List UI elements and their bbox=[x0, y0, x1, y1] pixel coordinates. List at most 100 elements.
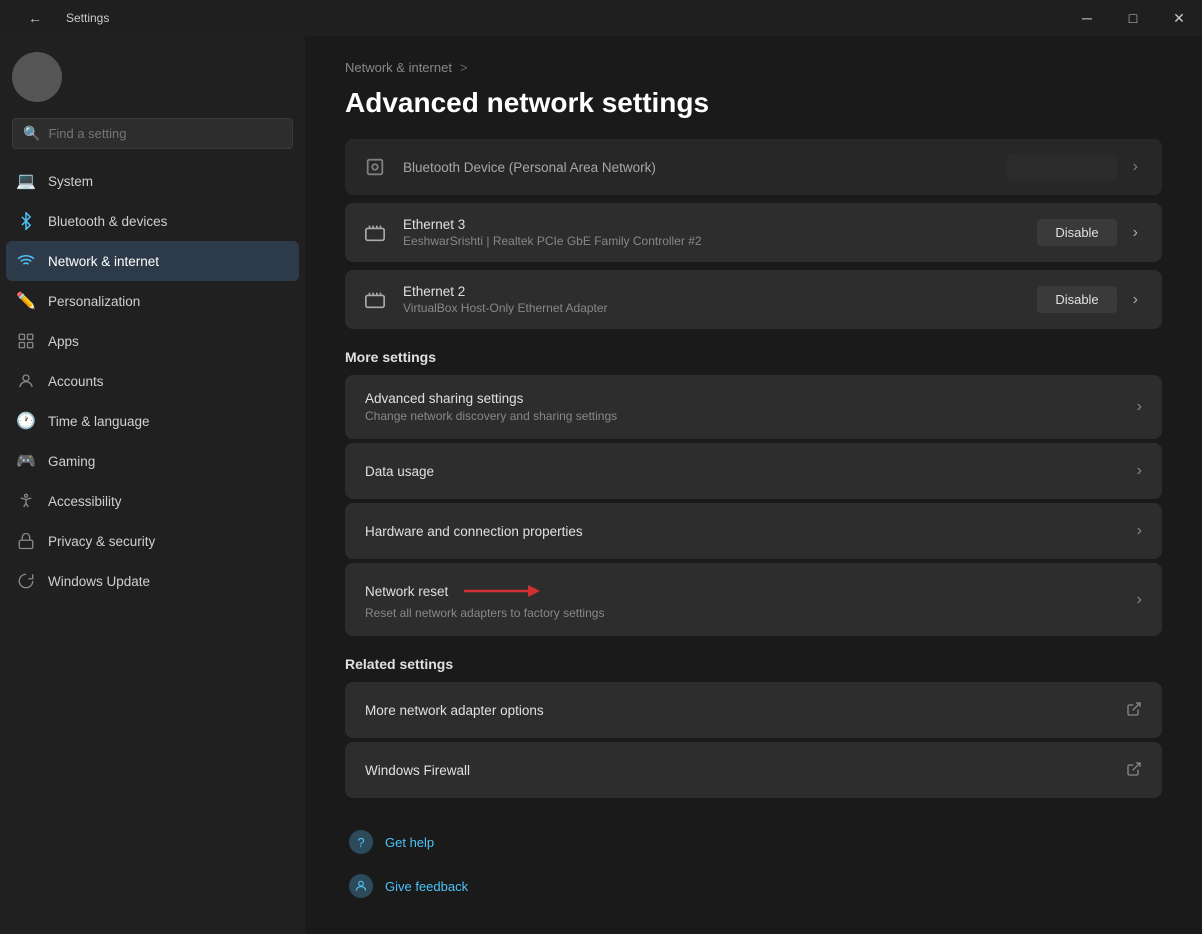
ethernet2-actions: Disable › bbox=[1037, 286, 1146, 313]
ethernet3-info: Ethernet 3 EeshwarSrishti | Realtek PCIe… bbox=[403, 217, 1023, 248]
page-title: Advanced network settings bbox=[345, 87, 1162, 119]
sidebar-label-network: Network & internet bbox=[48, 254, 159, 269]
bluetooth-device-name: Bluetooth Device (Personal Area Network) bbox=[403, 160, 993, 175]
network-reset-desc: Reset all network adapters to factory se… bbox=[365, 606, 1137, 620]
get-help-link[interactable]: ? Get help bbox=[345, 822, 1162, 862]
hardware-connection-content: Hardware and connection properties bbox=[365, 524, 1137, 539]
titlebar-title: Settings bbox=[66, 11, 109, 25]
search-icon: 🔍 bbox=[23, 125, 40, 142]
back-button[interactable]: ← bbox=[12, 0, 58, 36]
breadcrumb-separator: > bbox=[460, 60, 468, 75]
network-reset-title: Network reset bbox=[365, 584, 448, 599]
ethernet2-name: Ethernet 2 bbox=[403, 284, 1023, 299]
network-reset-content: Network reset Reset all network adapters… bbox=[365, 579, 1137, 620]
data-usage-row[interactable]: Data usage › bbox=[345, 443, 1162, 499]
hardware-connection-title: Hardware and connection properties bbox=[365, 524, 1137, 539]
more-adapter-title: More network adapter options bbox=[365, 703, 1126, 718]
maximize-button[interactable]: □ bbox=[1110, 0, 1156, 36]
ethernet3-name: Ethernet 3 bbox=[403, 217, 1023, 232]
close-button[interactable]: ✕ bbox=[1156, 0, 1202, 36]
sidebar-item-apps[interactable]: Apps bbox=[6, 321, 299, 361]
advanced-sharing-desc: Change network discovery and sharing set… bbox=[365, 409, 1137, 423]
sidebar-item-network[interactable]: Network & internet bbox=[6, 241, 299, 281]
sidebar-label-time: Time & language bbox=[48, 414, 150, 429]
windows-firewall-external-icon bbox=[1126, 761, 1142, 780]
bluetooth-device-icon bbox=[361, 153, 389, 181]
sidebar-profile bbox=[0, 36, 305, 114]
ethernet3-desc: EeshwarSrishti | Realtek PCIe GbE Family… bbox=[403, 234, 1023, 248]
data-usage-chevron: › bbox=[1137, 462, 1142, 480]
ethernet3-icon bbox=[361, 219, 389, 247]
bluetooth-device-expand[interactable]: › bbox=[1125, 154, 1146, 180]
sidebar-item-system[interactable]: 💻 System bbox=[6, 161, 299, 201]
sidebar-label-system: System bbox=[48, 174, 93, 189]
sidebar-item-bluetooth[interactable]: Bluetooth & devices bbox=[6, 201, 299, 241]
sidebar-item-time[interactable]: 🕐 Time & language bbox=[6, 401, 299, 441]
ethernet2-disable-button[interactable]: Disable bbox=[1037, 286, 1116, 313]
give-feedback-link[interactable]: Give feedback bbox=[345, 866, 1162, 906]
search-input[interactable] bbox=[48, 126, 282, 141]
sidebar-label-personalization: Personalization bbox=[48, 294, 140, 309]
sidebar-label-accessibility: Accessibility bbox=[48, 494, 122, 509]
network-icon bbox=[16, 251, 36, 271]
sidebar-label-accounts: Accounts bbox=[48, 374, 104, 389]
breadcrumb: Network & internet > bbox=[345, 36, 1162, 87]
windows-firewall-content: Windows Firewall bbox=[365, 763, 1126, 778]
bluetooth-device-card[interactable]: Bluetooth Device (Personal Area Network)… bbox=[345, 139, 1162, 195]
ethernet2-icon bbox=[361, 286, 389, 314]
ethernet2-desc: VirtualBox Host-Only Ethernet Adapter bbox=[403, 301, 1023, 315]
accounts-icon bbox=[16, 371, 36, 391]
network-reset-row[interactable]: Network reset Reset all network adapters… bbox=[345, 563, 1162, 636]
get-help-label: Get help bbox=[385, 835, 434, 850]
more-adapter-content: More network adapter options bbox=[365, 703, 1126, 718]
sidebar-item-accounts[interactable]: Accounts bbox=[6, 361, 299, 401]
advanced-sharing-row[interactable]: Advanced sharing settings Change network… bbox=[345, 375, 1162, 439]
sidebar-item-accessibility[interactable]: Accessibility bbox=[6, 481, 299, 521]
breadcrumb-parent[interactable]: Network & internet bbox=[345, 60, 452, 75]
hardware-connection-row[interactable]: Hardware and connection properties › bbox=[345, 503, 1162, 559]
network-reset-chevron: › bbox=[1137, 591, 1142, 609]
sidebar-nav: 💻 System Bluetooth & devices bbox=[0, 157, 305, 605]
ethernet2-card[interactable]: Ethernet 2 VirtualBox Host-Only Ethernet… bbox=[345, 270, 1162, 329]
sidebar-item-update[interactable]: Windows Update bbox=[6, 561, 299, 601]
bottom-links: ? Get help Give feedback bbox=[345, 822, 1162, 906]
sidebar-label-update: Windows Update bbox=[48, 574, 150, 589]
privacy-icon bbox=[16, 531, 36, 551]
gaming-icon: 🎮 bbox=[16, 451, 36, 471]
sidebar-label-gaming: Gaming bbox=[48, 454, 95, 469]
sidebar-label-apps: Apps bbox=[48, 334, 79, 349]
sidebar-label-privacy: Privacy & security bbox=[48, 534, 155, 549]
main-content: Network & internet > Advanced network se… bbox=[305, 36, 1202, 934]
time-icon: 🕐 bbox=[16, 411, 36, 431]
data-usage-content: Data usage bbox=[365, 464, 1137, 479]
ethernet3-disable-button[interactable]: Disable bbox=[1037, 219, 1116, 246]
give-feedback-label: Give feedback bbox=[385, 879, 468, 894]
ethernet2-info: Ethernet 2 VirtualBox Host-Only Ethernet… bbox=[403, 284, 1023, 315]
app-container: 🔍 💻 System Bluetooth & devices bbox=[0, 36, 1202, 934]
titlebar-left: ← Settings bbox=[12, 0, 109, 36]
search-box[interactable]: 🔍 bbox=[12, 118, 293, 149]
avatar bbox=[12, 52, 62, 102]
accessibility-icon bbox=[16, 491, 36, 511]
windows-firewall-row[interactable]: Windows Firewall bbox=[345, 742, 1162, 798]
sidebar-item-personalization[interactable]: ✏️ Personalization bbox=[6, 281, 299, 321]
more-adapter-external-icon bbox=[1126, 701, 1142, 720]
ethernet3-actions: Disable › bbox=[1037, 219, 1146, 246]
ethernet3-expand-button[interactable]: › bbox=[1125, 220, 1146, 246]
system-icon: 💻 bbox=[16, 171, 36, 191]
hardware-connection-chevron: › bbox=[1137, 522, 1142, 540]
bluetooth-device-info: Bluetooth Device (Personal Area Network) bbox=[403, 160, 993, 175]
give-feedback-icon bbox=[349, 874, 373, 898]
related-settings-header: Related settings bbox=[345, 656, 1162, 672]
ethernet2-expand-button[interactable]: › bbox=[1125, 287, 1146, 313]
personalization-icon: ✏️ bbox=[16, 291, 36, 311]
sidebar-item-gaming[interactable]: 🎮 Gaming bbox=[6, 441, 299, 481]
apps-icon bbox=[16, 331, 36, 351]
advanced-sharing-chevron: › bbox=[1137, 398, 1142, 416]
more-adapter-row[interactable]: More network adapter options bbox=[345, 682, 1162, 738]
sidebar-item-privacy[interactable]: Privacy & security bbox=[6, 521, 299, 561]
windows-firewall-title: Windows Firewall bbox=[365, 763, 1126, 778]
minimize-button[interactable]: ─ bbox=[1064, 0, 1110, 36]
ethernet3-card[interactable]: Ethernet 3 EeshwarSrishti | Realtek PCIe… bbox=[345, 203, 1162, 262]
advanced-sharing-title: Advanced sharing settings bbox=[365, 391, 1137, 406]
